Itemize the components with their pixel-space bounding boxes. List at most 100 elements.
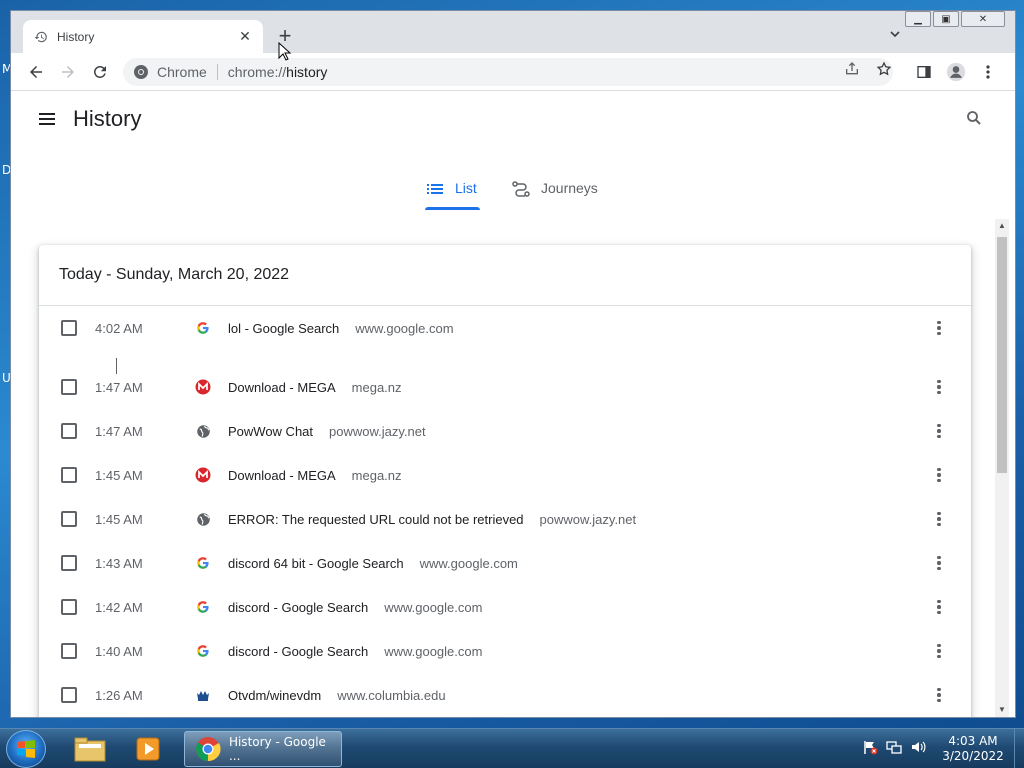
window-controls: ▁ ▣ ✕ (903, 11, 1005, 27)
entry-link[interactable]: lol - Google Search www.google.com (228, 321, 454, 336)
more-actions-icon[interactable] (931, 597, 947, 617)
journeys-icon (511, 180, 531, 198)
media-player-icon (136, 737, 160, 761)
more-actions-icon[interactable] (931, 377, 947, 397)
chrome-logo-icon (195, 737, 221, 761)
close-window-button[interactable]: ✕ (961, 11, 1005, 27)
tab-close-icon[interactable]: ✕ (237, 28, 253, 45)
tab-title: History (57, 29, 95, 44)
system-tray (862, 739, 926, 755)
share-icon[interactable] (843, 60, 861, 78)
media-player-taskbar-button[interactable] (122, 732, 174, 766)
minimize-button[interactable]: ▁ (905, 11, 931, 27)
volume-icon[interactable] (910, 739, 926, 755)
bookmark-star-icon[interactable] (875, 60, 893, 78)
mega-icon (195, 379, 211, 395)
entry-checkbox[interactable] (61, 599, 77, 615)
chrome-taskbar-button[interactable]: History - Google ... (184, 731, 342, 767)
page-title: History (73, 106, 142, 131)
chrome-site-icon (134, 65, 148, 79)
list-icon (425, 180, 445, 198)
profile-avatar-icon[interactable] (945, 61, 967, 83)
entry-time: 1:26 AM (95, 687, 143, 703)
history-entry[interactable]: 1:47 AM PowWow Chat powwow.jazy.net (39, 409, 971, 453)
history-entry[interactable]: 1:45 AM ERROR: The requested URL could no… (39, 497, 971, 541)
more-actions-icon[interactable] (931, 553, 947, 573)
show-desktop-button[interactable] (1014, 729, 1024, 768)
entry-domain: www.google.com (419, 555, 518, 571)
omnibox-url: chrome://history (227, 64, 328, 80)
history-entry[interactable]: 4:02 AM lol - Google Search www.google.com (39, 306, 971, 350)
taskbar-clock[interactable]: 4:03 AM 3/20/2022 (940, 734, 1006, 764)
windows-taskbar: History - Google ... 4:03 AM 3/20/2022 (0, 728, 1024, 768)
tab-journeys[interactable]: Journeys (511, 177, 598, 213)
scroll-up-arrow-icon[interactable]: ▲ (998, 222, 1006, 230)
mouse-pointer-icon (278, 42, 292, 61)
entry-title: lol - Google Search (228, 320, 340, 336)
omnibox[interactable]: Chrome chrome://history (123, 58, 893, 86)
history-entry[interactable]: 1:43 AM discord 64 bit - Google Search www… (39, 541, 971, 585)
google-icon (195, 320, 211, 336)
history-entry[interactable]: 1:45 AM Download - MEGA mega.nz (39, 453, 971, 497)
history-day-card: Today - Sunday, March 20, 2022 4:02 AM lo… (39, 245, 971, 717)
browser-menu-icon[interactable] (977, 61, 999, 83)
more-actions-icon[interactable] (931, 685, 947, 705)
entry-link[interactable]: discord - Google Search www.google.com (228, 600, 482, 615)
entry-checkbox[interactable] (61, 643, 77, 659)
entry-link[interactable]: ERROR: The requested URL could not be re… (228, 512, 636, 527)
entry-link[interactable]: discord 64 bit - Google Search www.google… (228, 556, 518, 571)
google-icon (195, 555, 211, 571)
maximize-button[interactable]: ▣ (933, 11, 959, 27)
entry-link[interactable]: Otvdm/winevdm www.columbia.edu (228, 688, 446, 703)
clock-time: 4:03 AM (948, 734, 998, 748)
history-entry[interactable]: 1:40 AM discord - Google Search www.google… (39, 629, 971, 673)
entry-checkbox[interactable] (61, 423, 77, 439)
entry-checkbox[interactable] (61, 320, 77, 336)
entry-checkbox[interactable] (61, 687, 77, 703)
entry-link[interactable]: PowWow Chat powwow.jazy.net (228, 424, 426, 439)
entry-link[interactable]: Download - MEGA mega.nz (228, 468, 402, 483)
scroll-down-arrow-icon[interactable]: ▼ (998, 706, 1006, 714)
history-icon (33, 29, 49, 45)
tab-search-chevron-icon[interactable] (885, 27, 905, 47)
more-actions-icon[interactable] (931, 421, 947, 441)
back-arrow-icon[interactable] (25, 61, 47, 83)
more-actions-icon[interactable] (931, 465, 947, 485)
more-actions-icon[interactable] (931, 318, 947, 338)
hamburger-menu-icon[interactable] (37, 109, 57, 129)
entry-time: 1:47 AM (95, 379, 143, 395)
entry-domain: www.google.com (355, 320, 454, 336)
start-button[interactable] (6, 730, 46, 768)
more-actions-icon[interactable] (931, 641, 947, 661)
browser-toolbar: Chrome chrome://history (11, 53, 1015, 91)
entry-link[interactable]: discord - Google Search www.google.com (228, 644, 482, 659)
entry-checkbox[interactable] (61, 379, 77, 395)
tab-journeys-label: Journeys (541, 180, 598, 196)
entry-link[interactable]: Download - MEGA mega.nz (228, 380, 402, 395)
entry-checkbox[interactable] (61, 467, 77, 483)
google-icon (195, 599, 211, 615)
network-icon[interactable] (886, 739, 902, 755)
more-actions-icon[interactable] (931, 509, 947, 529)
history-tabs: List Journeys (11, 177, 1015, 213)
omnibox-site-name: Chrome (157, 64, 218, 80)
file-explorer-taskbar-button[interactable] (64, 732, 116, 766)
entry-title: ERROR: The requested URL could not be re… (228, 511, 524, 527)
page-scrollbar[interactable]: ▲ ▼ (995, 219, 1009, 717)
entry-domain: mega.nz (351, 467, 402, 483)
action-center-flag-icon[interactable] (862, 739, 878, 755)
entry-time: 1:43 AM (95, 555, 143, 571)
entry-time: 1:42 AM (95, 599, 143, 615)
history-entry[interactable]: 1:42 AM discord - Google Search www.google… (39, 585, 971, 629)
history-entry[interactable]: 1:47 AM Download - MEGA mega.nz (39, 365, 971, 409)
history-entry[interactable]: 1:26 AM Otvdm/winevdm www.columbia.edu (39, 673, 971, 717)
forward-arrow-icon[interactable] (57, 61, 79, 83)
browser-tab-history[interactable]: History ✕ (23, 20, 263, 53)
search-icon[interactable] (965, 109, 985, 129)
side-panel-icon[interactable] (913, 61, 935, 83)
reload-icon[interactable] (89, 61, 111, 83)
scrollbar-thumb[interactable] (997, 237, 1007, 473)
entry-checkbox[interactable] (61, 555, 77, 571)
entry-title: Download - MEGA (228, 467, 336, 483)
entry-checkbox[interactable] (61, 511, 77, 527)
